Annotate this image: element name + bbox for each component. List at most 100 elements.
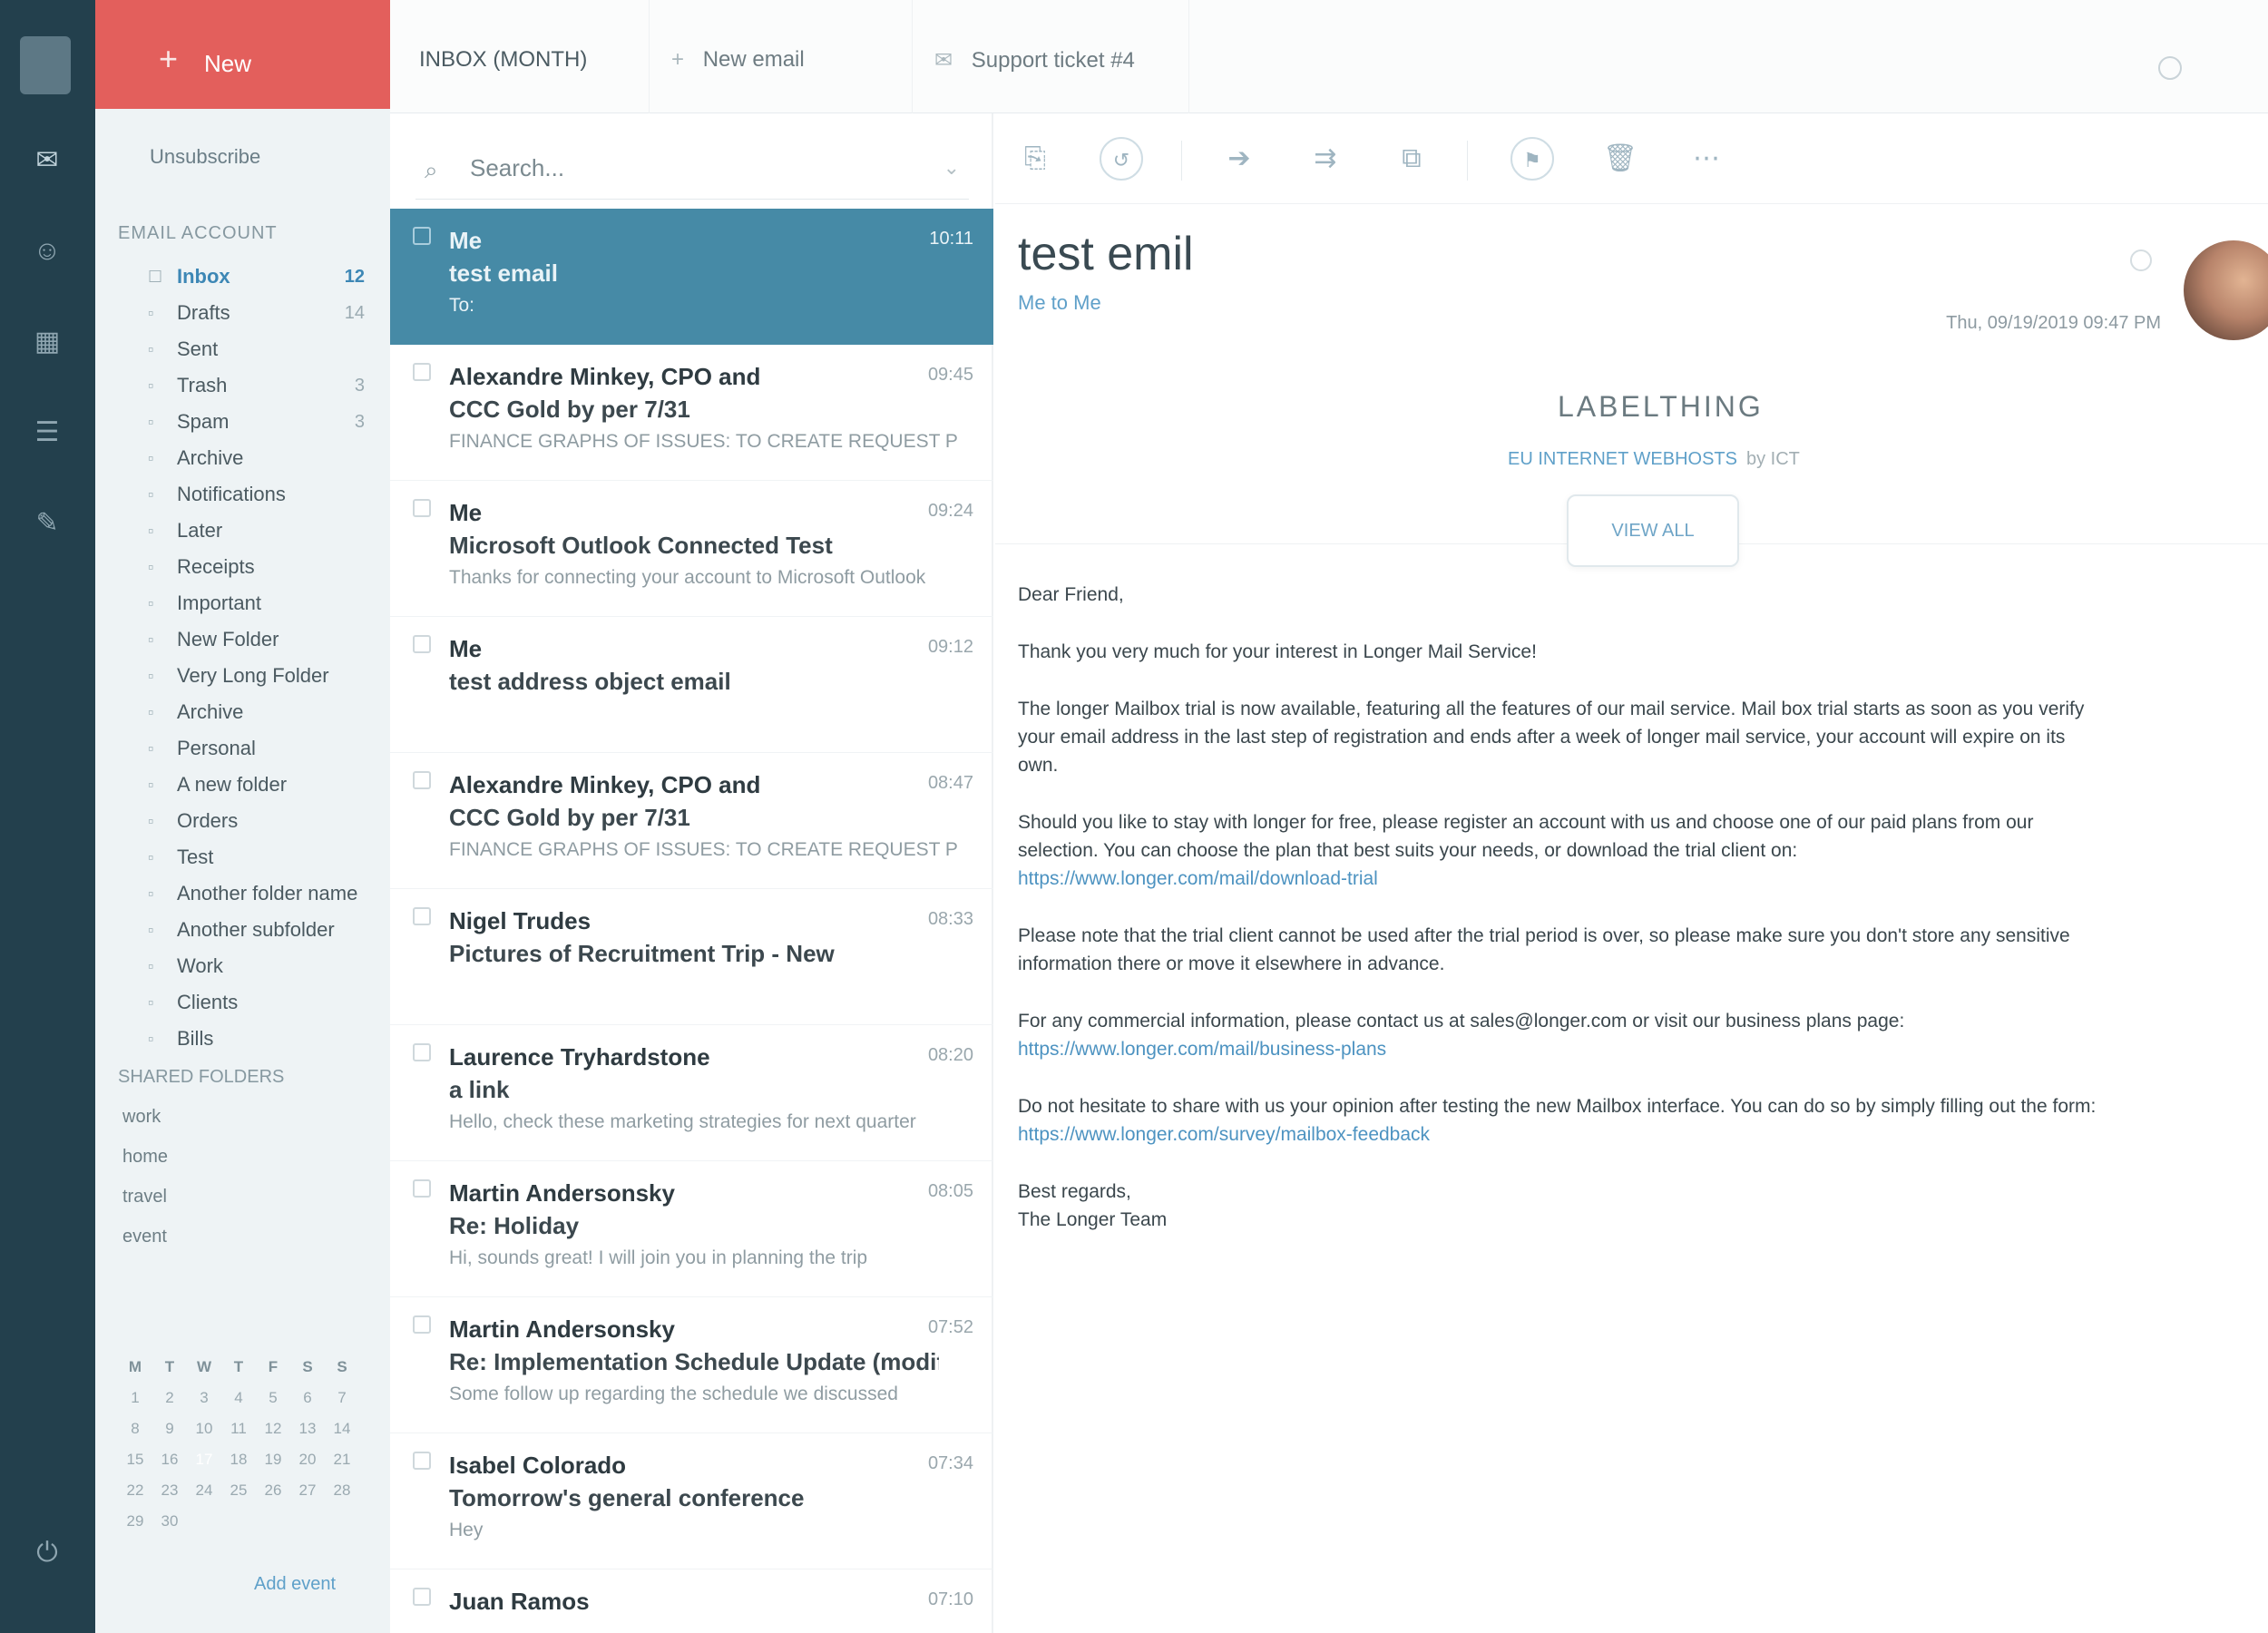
select-checkbox[interactable] (413, 771, 431, 789)
copy-icon[interactable]: ⧉ (1390, 137, 1433, 181)
calendar-day[interactable]: 28 (325, 1475, 359, 1506)
chat-icon[interactable]: ✎ (27, 504, 67, 543)
chevron-down-icon[interactable]: ⌄ (943, 145, 960, 191)
calendar-day[interactable]: 20 (290, 1444, 325, 1475)
folder-item[interactable]: ▫ Personal (95, 730, 390, 767)
folder-item[interactable]: ▫ Orders (95, 803, 390, 839)
folder-item[interactable]: ▫ Notifications (95, 476, 390, 513)
folder-item[interactable]: ▫ Sent (95, 331, 390, 367)
calendar-day[interactable]: 18 (221, 1444, 256, 1475)
calendar-day[interactable]: 11 (221, 1413, 256, 1444)
calendar-day[interactable]: 12 (256, 1413, 290, 1444)
calendar-day[interactable]: 6 (290, 1383, 325, 1413)
email-link[interactable]: https://www.longer.com/mail/business-pla… (1018, 1039, 1386, 1060)
folder-item[interactable]: ▫ Receipts (95, 549, 390, 585)
select-checkbox[interactable] (413, 1588, 431, 1606)
folder-item[interactable]: ▫ Archive (95, 694, 390, 730)
label-item[interactable]: event (95, 1217, 390, 1257)
folder-item[interactable]: ▫ Important (95, 585, 390, 621)
calendar-day[interactable]: 19 (256, 1444, 290, 1475)
tab-inbox[interactable]: INBOX (MONTH) (419, 47, 587, 73)
calendar-day[interactable]: 26 (256, 1475, 290, 1506)
calendar-day[interactable]: 22 (118, 1475, 152, 1506)
folder-item[interactable]: ▫ Another folder name (95, 875, 390, 912)
folder-item[interactable]: ▫ Drafts 14 (95, 295, 390, 331)
tab-support-ticket[interactable]: ✉ Support ticket #4 (934, 47, 1135, 73)
folder-item[interactable]: ▫ Later (95, 513, 390, 549)
calendar-day[interactable]: 16 (152, 1444, 187, 1475)
add-event-link[interactable]: Add event (254, 1574, 336, 1595)
move-icon[interactable]: ⇉ (1304, 137, 1347, 181)
calendar-day[interactable]: 5 (256, 1383, 290, 1413)
select-checkbox[interactable] (413, 635, 431, 653)
list-item[interactable]: Juan Ramos 07:10 (390, 1569, 993, 1633)
calendar-day[interactable]: 21 (325, 1444, 359, 1475)
label-item[interactable]: home (95, 1137, 390, 1177)
select-checkbox[interactable] (413, 227, 431, 245)
select-checkbox[interactable] (413, 1043, 431, 1061)
banner-subtitle-link[interactable]: EU INTERNET WEBHOSTS (1508, 449, 1737, 469)
list-item[interactable]: Isabel Colorado 07:34 Tomorrow's general c… (390, 1433, 993, 1569)
calendar-day[interactable]: 29 (118, 1506, 152, 1537)
calendar-day[interactable]: 3 (187, 1383, 221, 1413)
folder-item[interactable]: ▫ Another subfolder (95, 912, 390, 948)
list-item[interactable]: Nigel Trudes 08:33 Pictures of Recruitment… (390, 889, 993, 1025)
list-item[interactable]: Laurence Tryhardstone 08:20 a link Hello, c… (390, 1025, 993, 1161)
folder-item[interactable]: ▫ Bills (95, 1021, 390, 1057)
tab-new-email[interactable]: + New email (671, 47, 805, 73)
select-checkbox[interactable] (413, 1179, 431, 1198)
calendar-day-today[interactable]: 17 (187, 1444, 221, 1475)
select-checkbox[interactable] (413, 363, 431, 381)
folder-item[interactable]: ▫ Trash 3 (95, 367, 390, 404)
calendar-day[interactable]: 24 (187, 1475, 221, 1506)
list-item[interactable]: Martin Andersonsky 08:05 Re: Holiday Hi, so… (390, 1161, 993, 1297)
list-item[interactable]: Martin Andersonsky 07:52 Re: Implementatio… (390, 1297, 993, 1433)
folder-item[interactable]: ▫ Archive (95, 440, 390, 476)
select-checkbox[interactable] (413, 1315, 431, 1334)
select-checkbox[interactable] (413, 499, 431, 517)
calendar-day[interactable]: 1 (118, 1383, 152, 1413)
calendar-day[interactable]: 30 (152, 1506, 187, 1537)
folder-item[interactable]: ▫ Clients (95, 984, 390, 1021)
avatar[interactable] (2184, 240, 2268, 340)
settings-icon[interactable] (2158, 56, 2182, 80)
calendar-day[interactable]: 10 (187, 1413, 221, 1444)
folder-item[interactable]: ▫ New Folder (95, 621, 390, 658)
calendar-day[interactable]: 2 (152, 1383, 187, 1413)
folder-item[interactable]: ▫ Very Long Folder (95, 658, 390, 694)
calendar-day[interactable]: 4 (221, 1383, 256, 1413)
calendar-day[interactable]: 25 (221, 1475, 256, 1506)
calendar-day[interactable]: 7 (325, 1383, 359, 1413)
calendar-day[interactable]: 9 (152, 1413, 187, 1444)
folder-item[interactable]: ▫ Work (95, 948, 390, 984)
star-icon[interactable] (2130, 249, 2152, 271)
folder-item[interactable]: ▫ Test (95, 839, 390, 875)
search-input[interactable]: ⌕ Search... ⌄ (415, 145, 969, 200)
list-item[interactable]: Alexandre Minkey, CPO and 09:45 CCC Gold b… (390, 345, 993, 481)
unsubscribe-link[interactable]: Unsubscribe (150, 145, 260, 169)
forward-icon[interactable]: ➔ (1217, 137, 1261, 181)
calendar-day[interactable]: 23 (152, 1475, 187, 1506)
calendar-day[interactable]: 27 (290, 1475, 325, 1506)
email-link[interactable]: https://www.longer.com/mail/download-tri… (1018, 868, 1378, 889)
calendar-day[interactable]: 14 (325, 1413, 359, 1444)
list-item[interactable]: Me 09:24 Microsoft Outlook Connected Test T… (390, 481, 993, 617)
list-item[interactable]: Me 09:12 test address object email (390, 617, 993, 753)
calendar-day[interactable]: 8 (118, 1413, 152, 1444)
app-logo[interactable] (20, 36, 71, 94)
select-checkbox[interactable] (413, 1452, 431, 1470)
select-checkbox[interactable] (413, 907, 431, 925)
reply-all-icon[interactable]: ↺ (1100, 137, 1143, 181)
delete-icon[interactable]: 🗑 (1598, 137, 1642, 181)
label-item[interactable]: travel (95, 1177, 390, 1217)
calendar-day[interactable]: 15 (118, 1444, 152, 1475)
label-item[interactable]: work (95, 1097, 390, 1137)
more-icon[interactable]: ⋯ (1685, 137, 1728, 181)
view-all-button[interactable]: VIEW ALL (1567, 494, 1739, 567)
flag-icon[interactable]: ⚑ (1510, 137, 1554, 181)
mail-icon[interactable]: ✉ (27, 141, 67, 181)
contacts-icon[interactable]: ☺ (27, 231, 67, 271)
calendar-icon[interactable]: ▦ (27, 322, 67, 362)
folder-item[interactable]: ▫ Spam 3 (95, 404, 390, 440)
compose-button[interactable]: + New (95, 0, 390, 109)
